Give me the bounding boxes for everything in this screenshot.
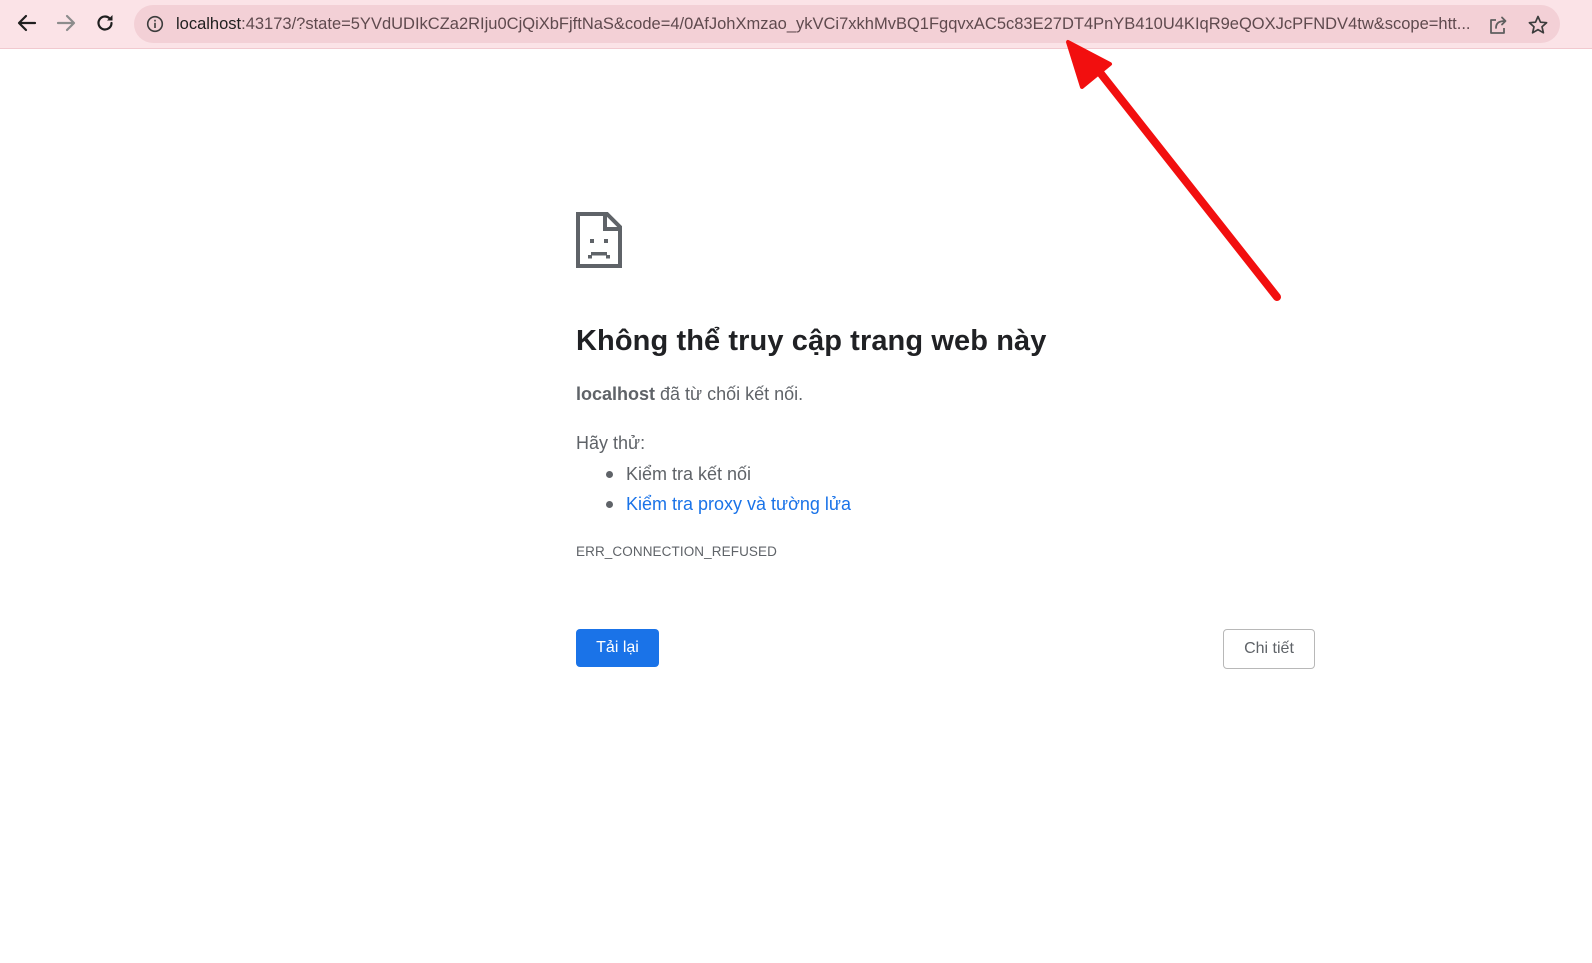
url-text[interactable]: localhost:43173/?state=5YVdUDIkCZa2RIju0…	[176, 5, 1476, 43]
try-label: Hãy thử:	[576, 433, 646, 453]
back-button[interactable]	[12, 8, 42, 38]
error-message: localhost đã từ chối kết nối.	[576, 384, 803, 405]
back-arrow-icon	[17, 14, 37, 32]
error-message-text: đã từ chối kết nối.	[655, 384, 804, 404]
browser-toolbar: localhost:43173/?state=5YVdUDIkCZa2RIju0…	[0, 0, 1592, 49]
forward-button[interactable]	[51, 8, 81, 38]
share-icon[interactable]	[1487, 14, 1509, 36]
error-code: ERR_CONNECTION_REFUSED	[576, 544, 777, 559]
reload-page-button[interactable]	[90, 8, 120, 38]
url-host: localhost	[176, 15, 242, 33]
forward-arrow-icon	[56, 14, 76, 32]
info-icon[interactable]	[146, 15, 164, 33]
red-arrow-icon	[1066, 40, 1281, 301]
suggestion-label: Kiểm tra kết nối	[626, 464, 752, 484]
star-icon[interactable]	[1527, 14, 1549, 36]
suggestion-check-connection: Kiểm tra kết nối	[576, 461, 851, 491]
proxy-firewall-link[interactable]: Kiểm tra proxy và tường lửa	[626, 494, 851, 514]
page-title: Không thể truy cập trang web này	[576, 325, 1047, 357]
details-button[interactable]: Chi tiết	[1223, 629, 1315, 669]
reload-icon	[97, 15, 113, 31]
bullet-icon	[606, 501, 613, 508]
url-path: :43173/?state=5YVdUDIkCZa2RIju0CjQiXbFjf…	[241, 15, 1471, 33]
suggestion-check-proxy: Kiểm tra proxy và tường lửa	[576, 491, 851, 521]
bullet-icon	[606, 471, 613, 478]
suggestions-list: Kiểm tra kết nối Kiểm tra proxy và tường…	[576, 461, 851, 521]
address-bar[interactable]: localhost:43173/?state=5YVdUDIkCZa2RIju0…	[134, 5, 1560, 43]
sad-page-icon	[576, 212, 622, 268]
reload-button[interactable]: Tải lại	[576, 629, 659, 667]
error-host: localhost	[576, 384, 656, 404]
